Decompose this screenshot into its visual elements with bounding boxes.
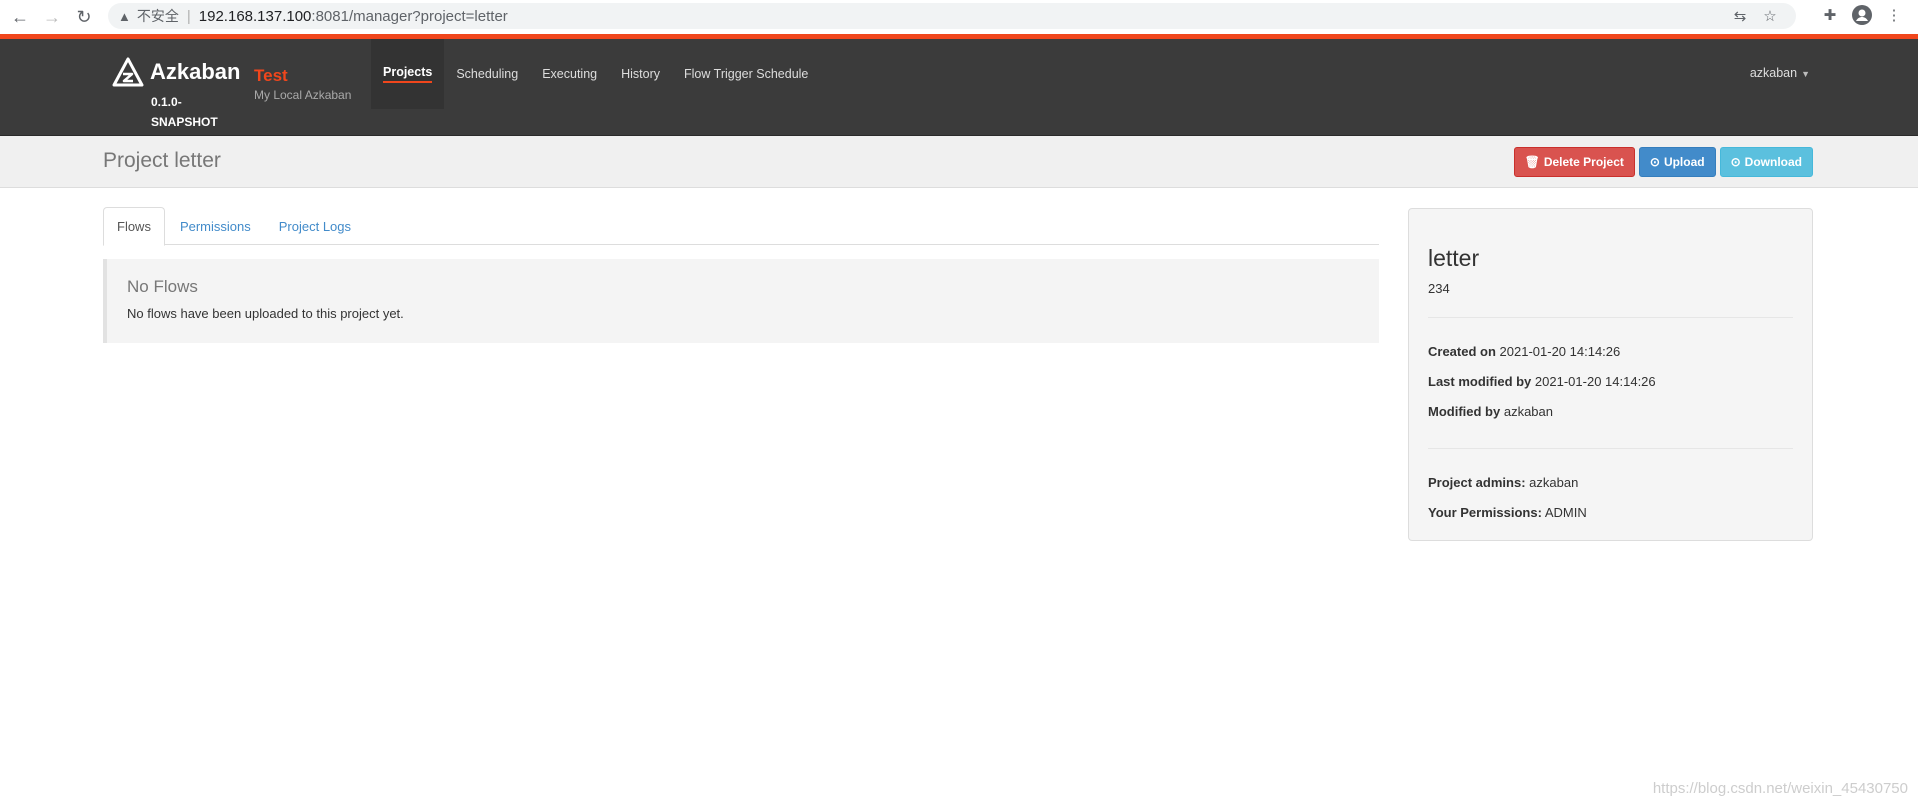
download-label: Download — [1744, 155, 1802, 169]
browser-menu-icon[interactable]: ⋮ — [1882, 3, 1906, 27]
forward-icon[interactable]: → — [40, 5, 64, 29]
warning-icon: ▲ — [118, 8, 131, 24]
your-permissions-value: ADMIN — [1544, 505, 1587, 520]
back-icon[interactable]: ← — [8, 5, 32, 29]
address-bar[interactable]: ▲ 不安全 | 192.168.137.100:8081/manager?pro… — [108, 3, 1796, 29]
nav-item-executing[interactable]: Executing — [530, 39, 609, 109]
brand[interactable]: Azkaban 0.1.0-SNAPSHOT — [112, 57, 241, 129]
project-description: 234 — [1428, 281, 1450, 296]
modified-by-label: Modified by — [1428, 404, 1501, 419]
your-permissions-label: Your Permissions: — [1428, 505, 1542, 520]
nav-item-scheduling[interactable]: Scheduling — [444, 39, 530, 109]
username: azkaban — [1749, 66, 1798, 80]
upload-icon: ⊙ — [1649, 155, 1660, 169]
brand-name: Azkaban — [150, 59, 241, 84]
tab-label: Project Logs — [278, 218, 352, 234]
nav-item-label: Projects — [383, 65, 433, 83]
nav-item-flow-trigger-schedule[interactable]: Flow Trigger Schedule — [672, 39, 820, 109]
watermark: https://blog.csdn.net/weixin_45430750 — [1652, 780, 1908, 797]
user-menu[interactable]: azkaban ▼ — [1750, 66, 1810, 80]
nav-item-history[interactable]: History — [609, 39, 672, 109]
download-icon: ⊙ — [1730, 155, 1741, 169]
tab-label: Flows — [117, 219, 151, 234]
project-admins-row: Project admins: azkaban — [1428, 468, 1793, 498]
delete-project-label: Delete Project — [1543, 155, 1624, 169]
reload-icon[interactable]: ↻ — [72, 5, 96, 29]
callout-title: No Flows — [127, 277, 198, 296]
your-permissions-row: Your Permissions: ADMIN — [1428, 498, 1793, 528]
tab-label: Permissions — [179, 218, 251, 234]
project-tabs: Flows Permissions Project Logs — [103, 207, 1379, 246]
nav-item-label: History — [621, 67, 661, 81]
last-modified-row: Last modified by 2021-01-20 14:14:26 — [1428, 367, 1793, 397]
caret-down-icon: ▼ — [1801, 69, 1810, 79]
bookmark-star-icon[interactable]: ☆ — [1758, 4, 1782, 28]
project-actions: 🗑 Delete Project ⊙ Upload ⊙ Download — [1513, 147, 1813, 177]
nav-item-projects[interactable]: Projects — [371, 39, 445, 109]
trash-icon: 🗑 — [1524, 155, 1540, 169]
tab-flows[interactable]: Flows — [103, 207, 165, 246]
url-path: :8081/manager?project=letter — [311, 7, 508, 25]
nav-item-label: Flow Trigger Schedule — [684, 67, 809, 81]
modified-by-value: azkaban — [1503, 404, 1553, 419]
environment-description: My Local Azkaban — [254, 88, 352, 102]
last-modified-label: Last modified by — [1428, 374, 1532, 389]
brand-version: 0.1.0-SNAPSHOT — [151, 95, 218, 129]
project-admins-label: Project admins: — [1428, 475, 1526, 490]
download-button[interactable]: ⊙ Download — [1719, 147, 1813, 177]
nav-item-label: Scheduling — [456, 67, 519, 81]
project-header: Project letter 🗑 Delete Project ⊙ Upload… — [0, 136, 1918, 188]
environment-label: Test My Local Azkaban — [254, 66, 351, 102]
created-on-label: Created on — [1428, 344, 1496, 359]
project-info-panel: letter 234 Created on 2021-01-20 14:14:2… — [1408, 208, 1813, 541]
environment-name: Test — [254, 66, 288, 85]
azkaban-logo-icon — [112, 57, 144, 87]
project-name: letter — [1428, 245, 1480, 271]
profile-avatar-icon[interactable] — [1850, 3, 1874, 27]
divider — [1428, 448, 1793, 449]
address-separator: | — [186, 7, 191, 25]
url-host: 192.168.137.100 — [198, 7, 312, 25]
page-title: Project letter — [103, 149, 221, 172]
created-on-row: Created on 2021-01-20 14:14:26 — [1428, 337, 1793, 367]
upload-label: Upload — [1663, 155, 1705, 169]
tab-permissions[interactable]: Permissions — [167, 207, 264, 245]
project-admins-value: azkaban — [1529, 475, 1579, 490]
insecure-label: 不安全 — [136, 8, 179, 24]
last-modified-value: 2021-01-20 14:14:26 — [1534, 374, 1656, 389]
divider — [1428, 317, 1793, 318]
tab-project-logs[interactable]: Project Logs — [266, 207, 364, 245]
no-flows-callout: No Flows No flows have been uploaded to … — [103, 259, 1379, 343]
delete-project-button[interactable]: 🗑 Delete Project — [1513, 147, 1635, 177]
browser-toolbar: ← → ↻ ▲ 不安全 | 192.168.137.100:8081/manag… — [0, 0, 1918, 34]
top-navbar: Azkaban 0.1.0-SNAPSHOT Test My Local Azk… — [0, 39, 1918, 136]
extensions-icon[interactable]: ✚ — [1818, 3, 1842, 27]
created-on-value: 2021-01-20 14:14:26 — [1499, 344, 1621, 359]
nav-item-label: Executing — [542, 67, 598, 81]
translate-icon[interactable]: ⇆ — [1728, 4, 1752, 28]
modified-by-row: Modified by azkaban — [1428, 397, 1793, 427]
upload-button[interactable]: ⊙ Upload — [1638, 147, 1716, 177]
main-nav: Projects Scheduling Executing History Fl… — [371, 39, 820, 109]
callout-text: No flows have been uploaded to this proj… — [127, 306, 404, 321]
